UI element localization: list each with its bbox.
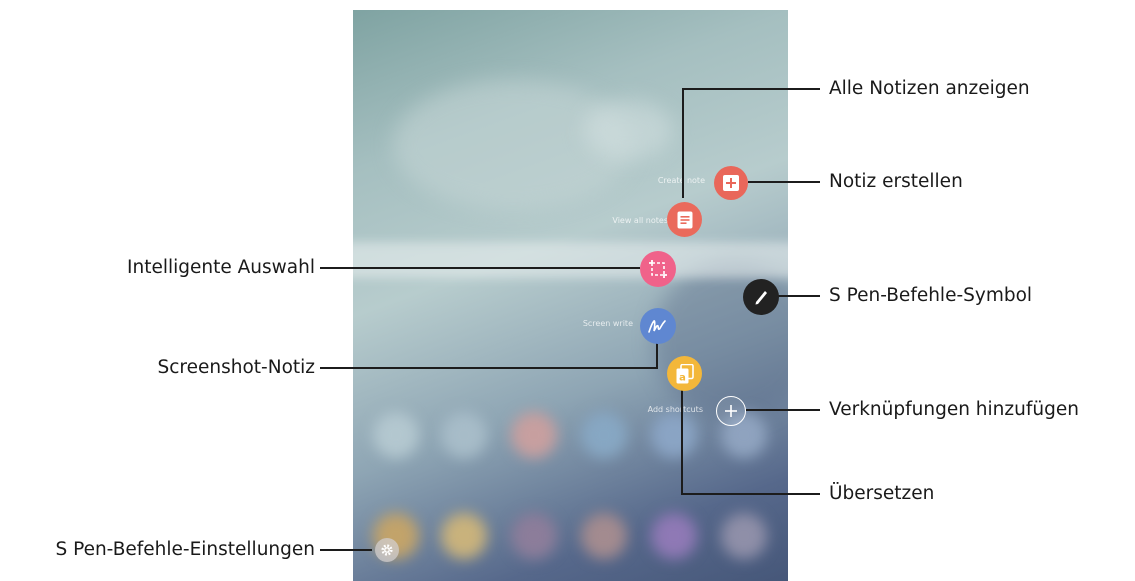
gear-icon — [380, 543, 394, 557]
callout-line-screen-write — [320, 367, 658, 369]
callout-line-view-all-notes — [682, 88, 820, 90]
app-icon-blur — [581, 412, 627, 458]
callout-line-air-command — [778, 295, 820, 297]
callout-line-translate — [681, 389, 683, 495]
app-icon-blur — [721, 513, 767, 559]
screen-write-menu-label: Screen write — [582, 319, 633, 328]
translate-button[interactable]: a — [667, 356, 702, 391]
translate-icon: a — [676, 363, 694, 384]
callout-line-create-note — [748, 181, 820, 183]
add-shortcuts-button[interactable] — [716, 396, 746, 426]
create-note-menu-label: Create note — [657, 176, 705, 185]
search-bar-blur — [353, 242, 788, 278]
view-all-notes-button[interactable] — [667, 202, 702, 237]
app-icon-blur — [651, 412, 697, 458]
smart-select-button[interactable] — [640, 251, 676, 287]
handwriting-icon — [647, 317, 669, 335]
app-icon-blur — [581, 513, 627, 559]
callout-line-add-shortcuts — [746, 409, 820, 411]
app-icon-blur — [441, 412, 487, 458]
air-command-settings-button[interactable] — [375, 538, 399, 562]
app-icon-blur — [511, 412, 557, 458]
callout-line-translate — [681, 493, 820, 495]
create-note-button[interactable] — [714, 166, 748, 200]
svg-text:a: a — [679, 372, 686, 383]
translate-callout: Übersetzen — [829, 483, 935, 504]
add-shortcuts-callout: Verknüpfungen hinzufügen — [829, 399, 1079, 420]
note-plus-icon — [722, 174, 740, 192]
create-note-callout: Notiz erstellen — [829, 171, 963, 192]
screen-write-button[interactable] — [640, 308, 676, 344]
callout-line-screen-write — [656, 342, 658, 369]
air-command-icon-callout: S Pen-Befehle-Symbol — [829, 285, 1033, 306]
plus-icon — [725, 405, 737, 417]
notes-list-icon — [677, 211, 693, 229]
view-all-notes-menu-label: View all notes — [612, 216, 668, 225]
crop-select-icon — [648, 259, 668, 279]
app-icon-blur — [373, 412, 419, 458]
air-command-button[interactable] — [743, 279, 779, 315]
smart-select-callout: Intelligente Auswahl — [127, 257, 315, 278]
air-command-settings-callout: S Pen-Befehle-Einstellungen — [55, 539, 315, 560]
add-shortcuts-menu-label: Add shortcuts — [647, 405, 703, 414]
screen-write-callout: Screenshot-Notiz — [157, 357, 315, 378]
app-icon-blur — [511, 513, 557, 559]
background-blob — [583, 100, 673, 160]
tablet-screen: Create note View all notes Screen write … — [353, 10, 788, 581]
pen-icon — [752, 288, 770, 306]
callout-line-settings — [320, 549, 372, 551]
view-all-notes-callout: Alle Notizen anzeigen — [829, 78, 1030, 99]
app-icon-blur — [651, 513, 697, 559]
app-icon-blur — [441, 513, 487, 559]
callout-line-smart-select — [320, 267, 640, 269]
callout-line-view-all-notes — [682, 88, 684, 198]
